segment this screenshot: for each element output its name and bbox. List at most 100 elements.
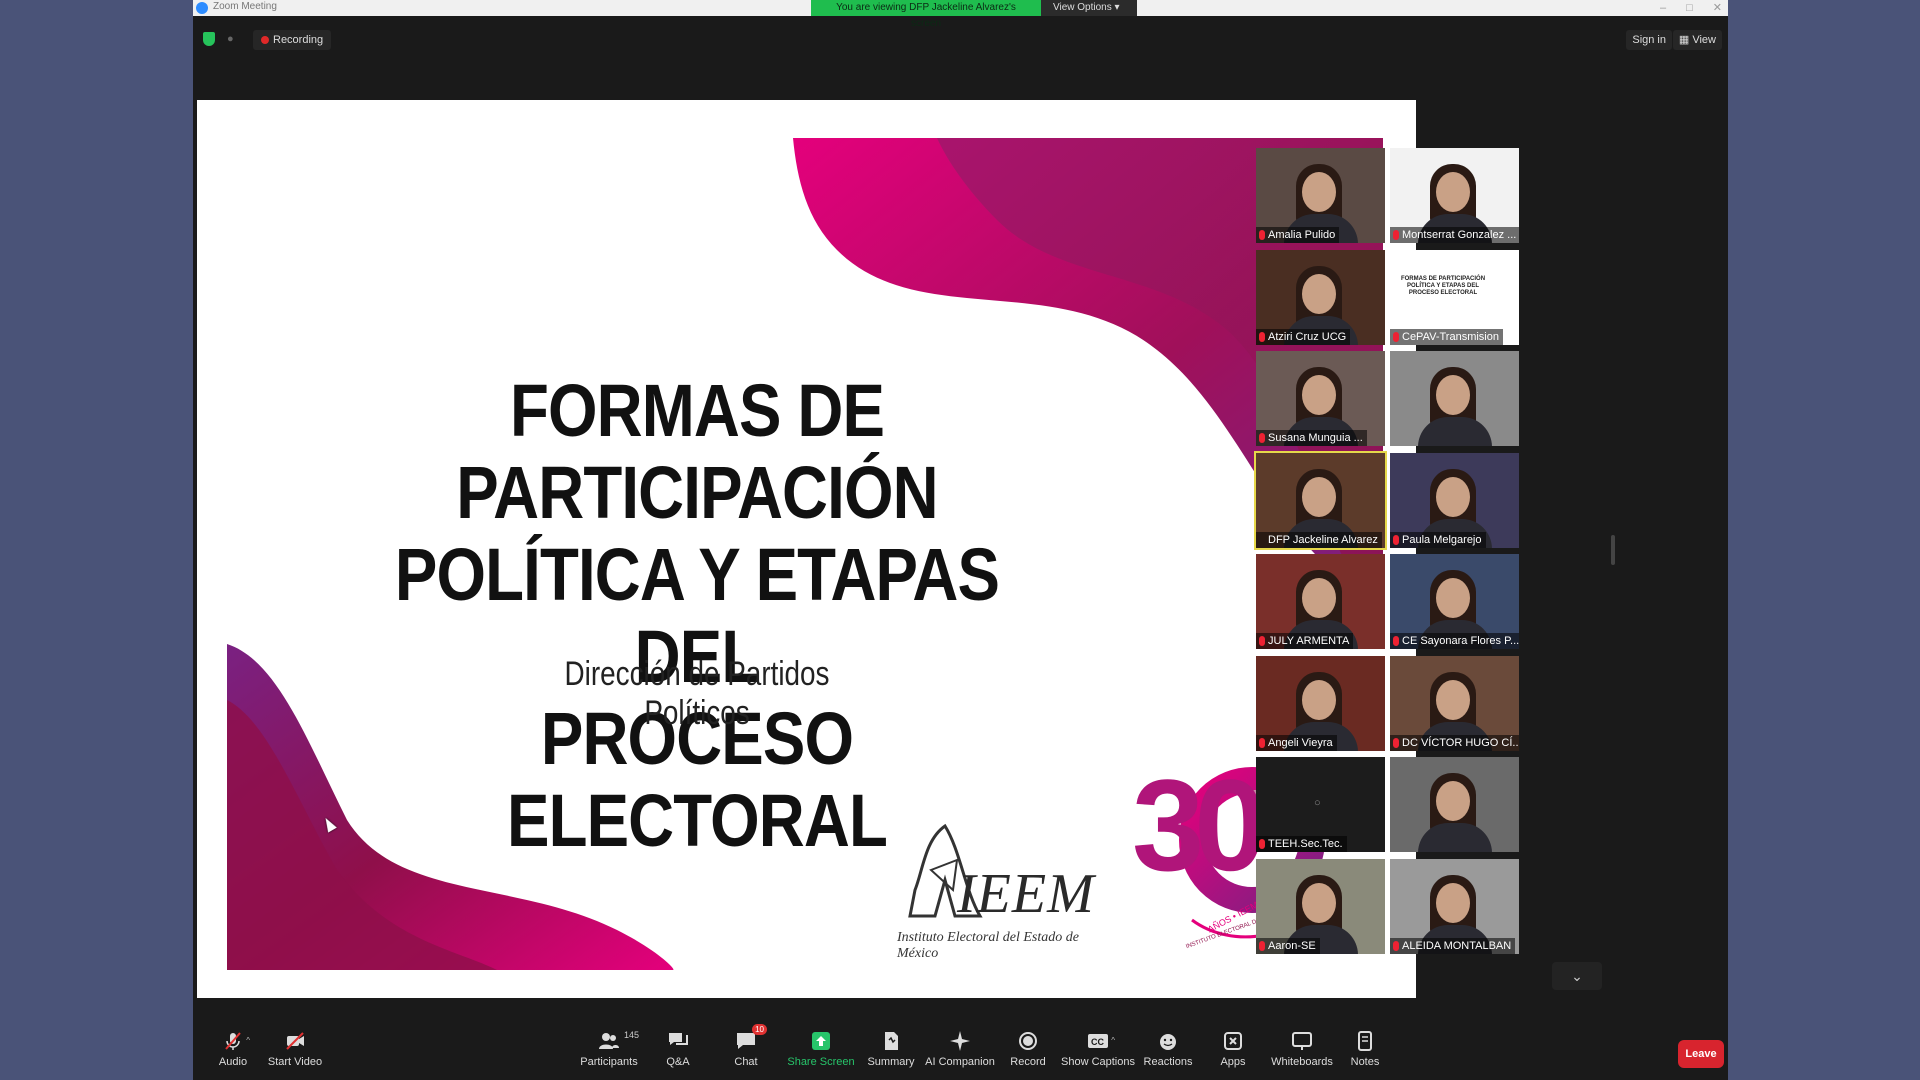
ai-companion-label: AI Companion	[925, 1056, 995, 1068]
whiteboard-icon	[1291, 1030, 1313, 1052]
view-options-button[interactable]: View Options ▾	[1041, 0, 1137, 16]
svg-text:CC: CC	[1091, 1037, 1104, 1047]
record-button[interactable]: Record	[988, 1030, 1068, 1068]
mini-slide-thumbnail: FORMAS DE PARTICIPACIÓN POLÍTICA Y ETAPA…	[1394, 253, 1492, 324]
participant-tile[interactable]: ○ TEEH.Sec.Tec.	[1256, 757, 1385, 852]
shared-screen-slide: FORMAS DE PARTICIPACIÓN POLÍTICA Y ETAPA…	[197, 100, 1416, 998]
ieem-institution-name: Instituto Electoral del Estado de México	[897, 930, 1079, 961]
participant-tile[interactable]: Atziri Cruz UCG	[1256, 249, 1385, 345]
start-video-label: Start Video	[267, 1056, 323, 1068]
caret-up-icon[interactable]: ^	[1111, 1036, 1115, 1045]
chat-icon: 10	[735, 1024, 767, 1052]
audio-label: Audio	[218, 1056, 248, 1068]
person-silhouette-head	[1436, 578, 1470, 618]
maximize-button[interactable]: □	[1686, 0, 1693, 16]
participant-tile[interactable]	[1390, 757, 1519, 852]
muted-mic-icon	[1259, 230, 1265, 240]
participant-tile[interactable]: Susana Munguia ...	[1256, 351, 1385, 446]
participant-tile[interactable]: DFP Jackeline Alvarez	[1254, 450, 1387, 550]
participant-tile[interactable]: DC VÍCTOR HUGO CÍ...	[1390, 655, 1519, 751]
chat-button[interactable]: 10 Chat	[706, 1024, 786, 1068]
caret-up-icon[interactable]: ^	[246, 1036, 250, 1045]
record-label: Record	[1010, 1056, 1046, 1068]
panel-resize-handle[interactable]	[1611, 535, 1615, 565]
participant-tile[interactable]: JULY ARMENTA	[1256, 554, 1385, 649]
minimize-button[interactable]: –	[1660, 0, 1666, 16]
window-controls: – □ ✕	[1660, 0, 1722, 16]
person-silhouette-head	[1436, 375, 1470, 415]
participant-name: Atziri Cruz UCG	[1256, 328, 1351, 345]
whiteboards-label: Whiteboards	[1271, 1056, 1333, 1068]
participant-tile[interactable]: Amalia Pulido	[1256, 148, 1385, 243]
participant-name: Montserrat Gonzalez ...	[1390, 227, 1519, 243]
window-title: Zoom Meeting	[213, 1, 277, 12]
muted-mic-icon	[1259, 433, 1265, 443]
muted-mic-icon	[1259, 636, 1265, 646]
muted-mic-icon	[1393, 636, 1399, 646]
participant-name: DFP Jackeline Alvarez	[1256, 531, 1382, 548]
zoom-logo-icon	[196, 2, 208, 14]
viewing-banner: You are viewing DFP Jackeline Alvarez's …	[811, 0, 1041, 29]
encryption-info-icon[interactable]: ●	[227, 33, 234, 45]
apps-icon	[1222, 1030, 1244, 1052]
participant-tile[interactable]: Paula Melgarejo	[1390, 452, 1519, 548]
participant-tile[interactable]: FORMAS DE PARTICIPACIÓN POLÍTICA Y ETAPA…	[1390, 249, 1519, 345]
record-icon	[1017, 1030, 1039, 1052]
mini-slide-text: FORMAS DE PARTICIPACIÓN POLÍTICA Y ETAPA…	[1400, 275, 1486, 296]
summary-label: Summary	[867, 1056, 915, 1068]
person-silhouette-head	[1302, 578, 1336, 618]
camera-off-icon: ○	[1314, 797, 1321, 809]
leave-button[interactable]: Leave	[1678, 1040, 1724, 1068]
summary-button[interactable]: Summary	[851, 1030, 931, 1068]
participant-name: Aaron-SE	[1256, 937, 1320, 954]
participant-name: JULY ARMENTA	[1256, 633, 1354, 649]
person-silhouette-head	[1302, 882, 1336, 923]
notes-icon	[1354, 1030, 1376, 1052]
participants-button[interactable]: 145 Participants	[569, 1030, 649, 1068]
participant-tile[interactable]: Angeli Vieyra	[1256, 655, 1385, 751]
meeting-toolbar: ^ Audio Start Video 145 Participants Q&A…	[193, 1018, 1728, 1080]
apps-button[interactable]: Apps	[1193, 1030, 1273, 1068]
chat-badge: 10	[752, 1024, 767, 1035]
recording-indicator[interactable]: Recording	[253, 30, 332, 50]
notes-button[interactable]: Notes	[1325, 1030, 1405, 1068]
ieem-wordmark: IEEM	[957, 863, 1095, 925]
chevron-down-icon[interactable]: ⌄	[1552, 962, 1602, 990]
person-silhouette-head	[1436, 476, 1470, 517]
30-number: 30	[1132, 752, 1267, 898]
share-screen-button[interactable]: Share Screen	[781, 1030, 861, 1068]
participant-tile[interactable]	[1390, 351, 1519, 446]
view-button[interactable]: ▦ View	[1672, 30, 1722, 50]
security-shield-icon[interactable]	[203, 32, 215, 46]
apps-label: Apps	[1220, 1056, 1246, 1068]
camera-off-icon	[284, 1030, 306, 1052]
muted-mic-icon	[1393, 331, 1399, 342]
participant-name: DC VÍCTOR HUGO CÍ...	[1390, 734, 1519, 751]
participant-tile[interactable]: CE Sayonara Flores P...	[1390, 554, 1519, 649]
person-silhouette-head	[1436, 679, 1470, 720]
start-video-button[interactable]: Start Video	[255, 1030, 335, 1068]
person-silhouette-head	[1302, 476, 1336, 517]
participant-name: CePAV-Transmision	[1390, 328, 1503, 345]
sign-in-button[interactable]: Sign in	[1626, 30, 1672, 50]
person-silhouette-head	[1436, 882, 1470, 923]
sparkle-icon	[949, 1030, 971, 1052]
participant-tile[interactable]: Aaron-SE	[1256, 858, 1385, 954]
close-button[interactable]: ✕	[1713, 0, 1722, 16]
view-options-label: View Options	[1053, 2, 1112, 13]
participants-icon: 145	[598, 1030, 639, 1052]
participant-name: ALEIDA MONTALBAN	[1390, 937, 1516, 954]
person-silhouette-head	[1302, 172, 1336, 212]
muted-mic-icon	[1393, 737, 1399, 748]
slide-title: FORMAS DE PARTICIPACIÓN POLÍTICA Y ETAPA…	[387, 370, 1006, 862]
show-captions-button[interactable]: CC ^ Show Captions	[1058, 1030, 1138, 1068]
reactions-label: Reactions	[1143, 1056, 1193, 1068]
participant-name: Amalia Pulido	[1256, 227, 1340, 243]
muted-mic-icon	[1259, 940, 1265, 951]
participant-tile[interactable]: Montserrat Gonzalez ...	[1390, 148, 1519, 243]
person-silhouette-head	[1436, 781, 1470, 821]
participant-name: Paula Melgarejo	[1390, 531, 1486, 548]
participant-tile[interactable]: ALEIDA MONTALBAN	[1390, 858, 1519, 954]
chevron-down-icon: ▾	[1114, 2, 1120, 13]
participant-name: CE Sayonara Flores P...	[1390, 633, 1519, 649]
